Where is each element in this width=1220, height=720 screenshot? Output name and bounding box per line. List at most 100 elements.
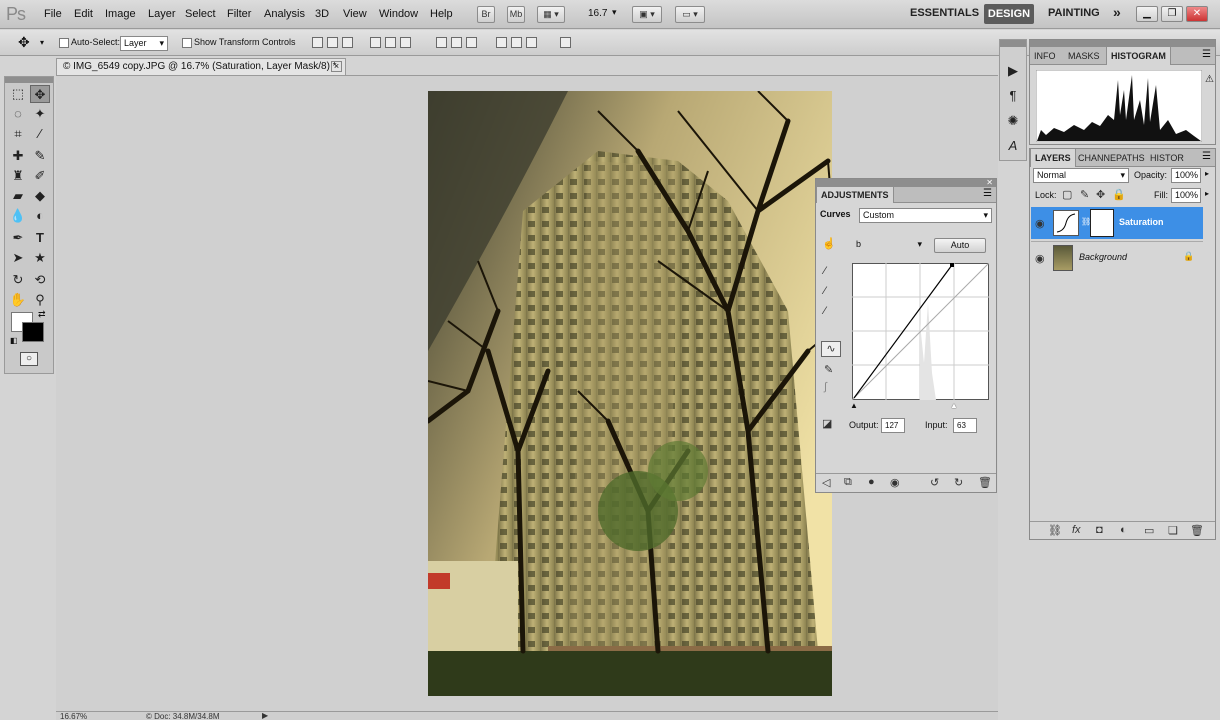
default-colors-icon[interactable]: ◧ [10,336,18,345]
clipping-warning-icon[interactable]: ◪ [822,417,832,430]
menu-select[interactable]: Select [185,8,216,20]
custom-shape-icon[interactable]: ★ [30,249,50,267]
distribute-vcenter-icon[interactable] [451,37,462,48]
menu-3d[interactable]: 3D [315,8,329,20]
crop-tool-icon[interactable]: ⌗ [8,125,28,143]
close-document-icon[interactable]: × [331,61,342,72]
align-left-icon[interactable] [370,37,381,48]
lock-transparency-icon[interactable]: ▢ [1062,188,1072,201]
menu-edit[interactable]: Edit [74,8,93,20]
healing-brush-icon[interactable]: ✚ [8,147,28,165]
gray-point-eyedropper-icon[interactable]: ⁄ [824,285,826,297]
channel-dropdown[interactable]: b ▾ [853,238,925,253]
white-slider-icon[interactable]: ▲ [950,401,958,410]
new-adjustment-icon[interactable]: ◐ [1120,524,1127,536]
tab-paths[interactable]: PATHS [1112,149,1149,167]
brushes-icon[interactable]: ✺ [1000,110,1026,132]
workspace-essentials[interactable]: ESSENTIALS [910,7,979,19]
layers-panel-menu-icon[interactable]: ☰ [1202,151,1211,162]
histogram-panel-menu-icon[interactable]: ☰ [1202,49,1211,60]
tab-histogram[interactable]: HISTOGRAM [1106,47,1171,65]
distribute-hcenter-icon[interactable] [511,37,522,48]
transform-controls-checkbox[interactable] [182,38,192,48]
curve-points-icon[interactable]: ∿ [821,341,841,357]
opacity-arrow-icon[interactable]: ▸ [1205,169,1209,178]
lock-all-icon[interactable]: 🔒 [1112,188,1126,201]
new-layer-icon[interactable]: ❏ [1168,524,1178,537]
align-top-icon[interactable] [312,37,323,48]
close-icon[interactable]: ✕ [1186,6,1208,22]
menu-view[interactable]: View [343,8,367,20]
layer-link-icon[interactable]: ⛓ [1081,217,1091,226]
align-right-icon[interactable] [400,37,411,48]
layer-row-background[interactable]: ◉ Background 🔒 [1031,241,1203,273]
quick-mask-icon[interactable]: ○ [20,352,38,366]
swap-colors-icon[interactable]: ⇄ [38,309,46,320]
character-icon[interactable]: A [1000,135,1026,157]
align-hcenter-icon[interactable] [385,37,396,48]
3d-rotate-icon[interactable]: ↻ [8,271,28,289]
add-mask-icon[interactable]: ◘ [1096,524,1103,536]
brush-tool-icon[interactable]: ✎ [30,147,50,165]
screen-mode-button[interactable]: ▭ ▾ [675,6,705,23]
strip-title-bar[interactable] [1000,40,1026,47]
draw-curve-pencil-icon[interactable]: ✎ [824,363,833,376]
distribute-bottom-icon[interactable] [466,37,477,48]
layer-style-icon[interactable]: fx [1072,524,1081,536]
zoom-dropdown-icon[interactable]: ▾ [612,7,617,18]
mini-bridge-button[interactable]: Mb [507,6,525,23]
histogram-panel-titlebar[interactable] [1030,40,1215,47]
adjustments-title[interactable]: ADJUSTMENTS [816,187,894,203]
workspace-design[interactable]: DESIGN [984,4,1034,24]
link-layers-icon[interactable]: ⛓ [1048,524,1062,537]
minimize-icon[interactable]: ▁ [1136,6,1158,22]
hand-tool-icon[interactable]: ✋ [8,291,28,309]
output-input[interactable]: 127 [881,418,905,433]
dodge-tool-icon[interactable]: ◐ [30,207,50,225]
align-vcenter-icon[interactable] [327,37,338,48]
status-menu-arrow-icon[interactable]: ▶ [262,711,268,720]
blur-tool-icon[interactable]: 💧 [8,207,28,225]
3d-orbit-icon[interactable]: ⟲ [30,271,50,289]
actions-icon[interactable]: ▶ [1000,60,1026,82]
toggle-visibility-icon[interactable]: ◉ [890,476,900,489]
menu-help[interactable]: Help [430,8,453,20]
menu-file[interactable]: File [44,8,62,20]
lock-position-icon[interactable]: ✥ [1096,188,1105,201]
distribute-right-icon[interactable] [526,37,537,48]
arrange-documents-button[interactable]: ▣ ▾ [632,6,662,23]
type-tool-icon[interactable]: T [30,229,50,247]
delete-adjustment-icon[interactable]: 🗑 [978,476,992,489]
paint-bucket-icon[interactable]: ◆ [30,187,50,205]
auto-select-checkbox[interactable] [59,38,69,48]
tab-layers[interactable]: LAYERS [1030,149,1076,167]
on-image-adjust-icon[interactable]: ☝ [822,237,836,250]
menu-image[interactable]: Image [105,8,136,20]
tab-history[interactable]: HISTOR [1146,149,1188,167]
extras-dropdown[interactable]: ▦ ▾ [537,6,565,23]
document-tab[interactable]: © IMG_6549 copy.JPG @ 16.7% (Saturation,… [56,58,346,75]
move-tool-icon[interactable]: ✥ [30,85,50,103]
preset-dropdown[interactable]: Custom ▾ [859,208,992,223]
zoom-tool-icon[interactable]: ⚲ [30,291,50,309]
menu-filter[interactable]: Filter [227,8,251,20]
more-workspaces-icon[interactable]: » [1113,4,1121,20]
zoom-level[interactable]: 16.7 [588,8,607,19]
auto-align-icon[interactable] [560,37,571,48]
reset-adjustment-icon[interactable]: ↻ [954,476,963,489]
lasso-tool-icon[interactable]: ◌ [8,105,28,123]
tool-preset-dropdown-icon[interactable]: ▾ [40,38,44,47]
blend-mode-dropdown[interactable]: Normal ▾ [1033,168,1129,183]
adjustments-panel-menu-icon[interactable]: ☰ [983,188,992,199]
eraser-tool-icon[interactable]: ▰ [8,187,28,205]
workspace-painting[interactable]: PAINTING [1048,7,1100,19]
restore-icon[interactable]: ❐ [1161,6,1183,22]
smooth-curve-icon[interactable]: ∫ [824,381,827,393]
path-selection-icon[interactable]: ➤ [8,249,28,267]
distribute-left-icon[interactable] [496,37,507,48]
input-input[interactable]: 63 [953,418,977,433]
opacity-input[interactable]: 100% [1171,168,1201,183]
layer-row-saturation[interactable]: ◉ ⛓ Saturation [1031,207,1203,239]
adjustments-panel-titlebar[interactable] [816,179,996,187]
visibility-eye-icon[interactable]: ◉ [1035,252,1045,265]
